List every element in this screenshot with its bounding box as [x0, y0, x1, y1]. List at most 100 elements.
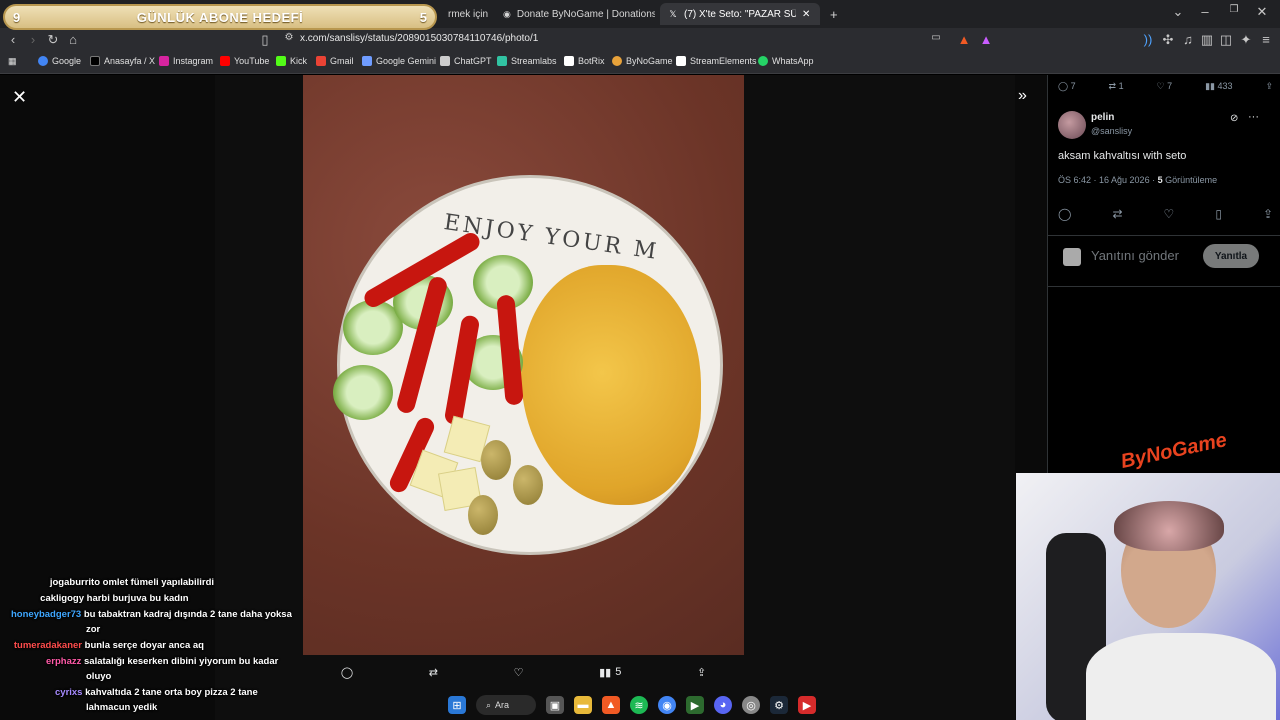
- bookmark-chatgpt[interactable]: ChatGPT: [440, 56, 492, 66]
- bookmark-whatsapp[interactable]: WhatsApp: [758, 56, 814, 66]
- tweet-time[interactable]: ÖS 6:42 · 16 Ağu 2026 ·: [1058, 175, 1155, 185]
- botrix-icon: [564, 56, 574, 66]
- app-icon[interactable]: ▶: [686, 696, 704, 714]
- close-window-icon[interactable]: ✕: [1254, 4, 1270, 20]
- bookmark-icon[interactable]: ▯: [1215, 207, 1222, 221]
- chrome-icon[interactable]: ◉: [658, 696, 676, 714]
- share-icon[interactable]: ⇪: [1263, 207, 1273, 221]
- bookmark-bynogame[interactable]: ByNoGame: [612, 56, 673, 66]
- collapse-panel-icon[interactable]: »: [1018, 87, 1027, 105]
- gmail-icon: [316, 56, 326, 66]
- bookmark-instagram[interactable]: Instagram: [159, 56, 213, 66]
- retweet-icon[interactable]: ⇄: [429, 666, 438, 679]
- wallet-icon[interactable]: ◫: [1218, 32, 1234, 48]
- new-tab-button[interactable]: +: [822, 3, 842, 25]
- bookmark-label: Kick: [290, 56, 308, 66]
- discord-icon[interactable]: ◕: [714, 696, 732, 714]
- obs-icon[interactable]: ◎: [742, 696, 760, 714]
- tweet-photo[interactable]: ENJOY YOUR M: [303, 75, 744, 655]
- windows-start-icon[interactable]: ⊞: [448, 696, 466, 714]
- bookmark-gemini[interactable]: Google Gemini: [362, 56, 436, 66]
- brave-rewards-icon[interactable]: ▲: [978, 32, 994, 47]
- leo-icon[interactable]: ✦: [1238, 32, 1254, 48]
- url-field[interactable]: x.com/sanslisy/status/208901503078411074…: [300, 33, 538, 44]
- chatgpt-icon: [440, 56, 450, 66]
- share-icon[interactable]: ⇪: [1265, 81, 1273, 92]
- close-icon[interactable]: ✕: [12, 87, 27, 108]
- address-bar: ‹ › ↻ ⌂ ▯ ⚙ x.com/sanslisy/status/208901…: [0, 28, 1280, 52]
- gemini-icon: [362, 56, 372, 66]
- share-icon[interactable]: ⇪: [697, 666, 706, 679]
- bookmark-icon[interactable]: ▯: [257, 32, 273, 48]
- brave-shield-icon[interactable]: ▲: [956, 32, 972, 47]
- photo-action-bar: ◯ ⇄ ♡ ▮▮ 5 ⇪: [303, 660, 744, 684]
- chat-message: cakligogy harbi burjuva bu kadın: [0, 591, 300, 606]
- retweet-icon[interactable]: ⇄: [1112, 207, 1122, 221]
- taskbar: ⊞ ⌕ Ara ▣ ▬ ▲ ≋ ◉ ▶ ◕ ◎ ⚙ ▶: [430, 690, 850, 720]
- more-icon[interactable]: ···: [1248, 111, 1259, 123]
- forward-icon[interactable]: ›: [25, 32, 41, 47]
- bookmark-streamlabs[interactable]: Streamlabs: [497, 56, 557, 66]
- tweet-views-label: Görüntüleme: [1165, 175, 1218, 185]
- minimize-icon[interactable]: –: [1197, 4, 1213, 19]
- streamlabs-icon: [497, 56, 507, 66]
- bookmark-label: Gmail: [330, 56, 354, 66]
- views-stat[interactable]: ▮▮ 433: [1205, 81, 1232, 92]
- tab-label: Donate ByNoGame | Donations: [516, 8, 655, 20]
- home-icon[interactable]: ⌂: [65, 32, 81, 47]
- bookmark-streamelements[interactable]: StreamElements: [676, 56, 757, 66]
- bookmark-x[interactable]: Anasayfa / X: [90, 56, 155, 66]
- spotify-icon[interactable]: ≋: [630, 696, 648, 714]
- music-icon[interactable]: ♫: [1180, 32, 1196, 47]
- taskbar-search[interactable]: ⌕ Ara: [476, 695, 536, 715]
- reply-input[interactable]: Yanıtını gönder: [1091, 248, 1179, 263]
- reply-icon[interactable]: ◯: [1058, 207, 1071, 221]
- bookmark-label: Google: [52, 56, 82, 66]
- sidebar-icon[interactable]: ▥: [1199, 32, 1215, 48]
- views-button[interactable]: ▮▮ 5: [599, 666, 621, 679]
- bookmark-botrix[interactable]: BotRix: [564, 56, 605, 66]
- grok-icon[interactable]: ⊘: [1230, 113, 1238, 124]
- task-view-icon[interactable]: ▣: [546, 696, 564, 714]
- bookmark-kick[interactable]: Kick: [276, 56, 307, 66]
- bookmark-google[interactable]: Google: [38, 56, 81, 66]
- avatar[interactable]: [1058, 111, 1086, 139]
- chat-username: cakligogy: [40, 593, 84, 604]
- bookmark-youtube[interactable]: YouTube: [220, 56, 269, 66]
- media-player-icon[interactable]: ▶: [798, 696, 816, 714]
- like-stat[interactable]: ♡ 7: [1157, 81, 1173, 92]
- user-name[interactable]: pelin: [1091, 112, 1114, 123]
- audio-icon[interactable]: )): [1140, 32, 1156, 47]
- reload-icon[interactable]: ↻: [45, 32, 61, 48]
- site-info-icon[interactable]: ⚙: [281, 32, 297, 43]
- tab-x-post[interactable]: 𝕏 (7) X'te Seto: "PAZAR SÜRPRİZİ ✕: [660, 3, 820, 25]
- tab-partial[interactable]: rmek için en: [440, 3, 490, 25]
- apps-icon[interactable]: ▦: [8, 56, 17, 67]
- like-icon[interactable]: ♡: [1164, 207, 1175, 221]
- menu-icon[interactable]: ≡: [1258, 32, 1274, 47]
- back-icon[interactable]: ‹: [5, 32, 21, 47]
- reply-button[interactable]: Yanıtla: [1203, 244, 1259, 268]
- brave-icon[interactable]: ▲: [602, 696, 620, 714]
- goal-current: 9: [13, 9, 21, 25]
- chevron-down-icon[interactable]: ⌄: [1170, 4, 1186, 20]
- user-handle[interactable]: @sanslisy: [1091, 126, 1132, 136]
- chat-text: bunla serçe doyar anca aq: [84, 640, 204, 651]
- retweet-stat[interactable]: ⇄ 1: [1109, 81, 1124, 92]
- reply-icon[interactable]: ◯: [341, 666, 353, 679]
- chat-username: jogaburrito: [49, 577, 100, 588]
- like-icon[interactable]: ♡: [514, 666, 524, 679]
- file-explorer-icon[interactable]: ▬: [574, 696, 592, 714]
- bookmarks-bar: ▦ Google Anasayfa / X Instagram YouTube …: [0, 52, 1280, 74]
- maximize-icon[interactable]: ❐: [1226, 4, 1242, 15]
- steam-icon[interactable]: ⚙: [770, 696, 788, 714]
- cast-icon[interactable]: ▭: [928, 32, 944, 43]
- reply-stat[interactable]: ◯ 7: [1058, 81, 1076, 92]
- close-tab-icon[interactable]: ✕: [802, 9, 810, 20]
- extensions-icon[interactable]: ✣: [1160, 32, 1176, 48]
- bookmark-gmail[interactable]: Gmail: [316, 56, 354, 66]
- x-logo-icon: [90, 56, 100, 66]
- whatsapp-icon: [758, 56, 768, 66]
- reply-count: 7: [1070, 81, 1076, 91]
- tab-donate[interactable]: ◉ Donate ByNoGame | Donations: [495, 3, 655, 25]
